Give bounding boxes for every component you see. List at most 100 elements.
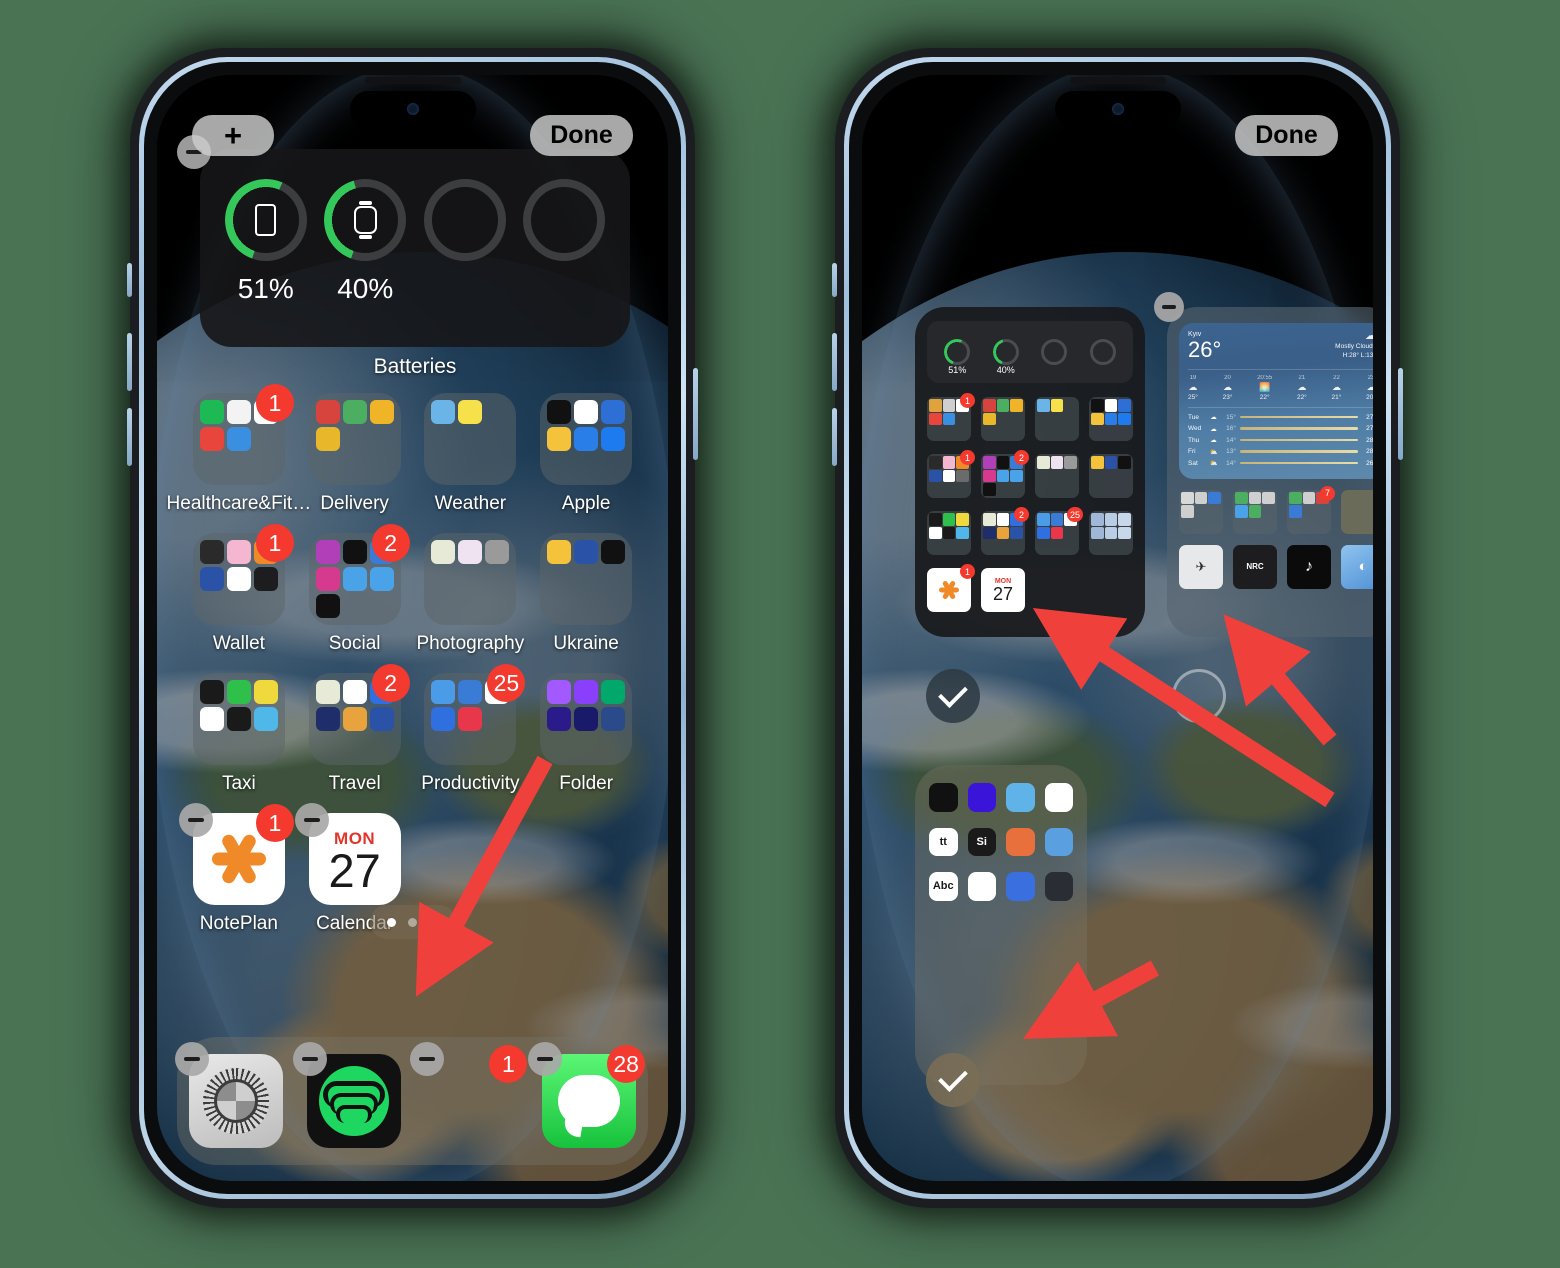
volume-down-button[interactable] (832, 408, 837, 466)
remove-app-minus-icon[interactable] (292, 1042, 327, 1076)
day-name: Thu (1188, 436, 1200, 444)
mute-switch[interactable] (832, 263, 837, 297)
folder-icon[interactable] (424, 533, 517, 625)
temp-range-bar (1240, 461, 1358, 465)
page-indicator-dots[interactable] (369, 905, 456, 939)
weather-hour-4: 22 ☁ 21° (1332, 375, 1342, 401)
folder-mini-icon (343, 594, 367, 618)
temp-range-bar (1240, 438, 1358, 442)
folder-icon[interactable] (192, 673, 285, 765)
folder-mini-icon (574, 454, 598, 478)
folder-cell[interactable]: Folder (528, 673, 644, 795)
remove-app-minus-icon[interactable] (178, 803, 213, 837)
page-2-preview[interactable]: Kyiv 26° ☁ Mostly Cloudy H:28° L:13° 19 ☁… (1167, 307, 1373, 637)
folder-icon[interactable] (540, 393, 633, 485)
folder-mini-icon (315, 567, 340, 591)
mini-folder-tile (1104, 412, 1118, 426)
folder-mini-icon (574, 540, 599, 564)
calendar-day: 27 (992, 583, 1014, 604)
folder-icon[interactable] (308, 393, 401, 485)
mini-folder-tile (997, 540, 1010, 553)
folder-cell[interactable]: Taxi (181, 673, 297, 795)
notification-badge: 1 (255, 384, 294, 422)
icon-wrapper (424, 393, 517, 485)
volume-up-button[interactable] (127, 333, 132, 391)
mini-folder-tile (1208, 505, 1221, 518)
drawer-app-3[interactable] (1044, 783, 1073, 812)
mini-folder-tile (1195, 519, 1208, 532)
folder-cell[interactable]: Photography (413, 533, 529, 655)
dock-item-spotify[interactable] (292, 1042, 401, 1148)
mute-switch[interactable] (127, 263, 132, 297)
drawer-app-6[interactable] (1006, 827, 1035, 856)
drawer-app-0[interactable] (929, 783, 958, 812)
mini-folder-tile (956, 426, 969, 439)
add-widget-button[interactable]: + (192, 115, 274, 156)
drawer-app-11[interactable] (1044, 872, 1073, 901)
icon-wrapper: 1 (192, 524, 294, 625)
mini-folder-tile (1249, 519, 1262, 532)
drawer-app-7[interactable] (1044, 827, 1073, 856)
remove-app-minus-icon[interactable] (174, 1042, 209, 1076)
dock-item-slack[interactable]: 1 (410, 1042, 528, 1148)
volume-down-button[interactable] (127, 408, 132, 466)
folder-cell[interactable]: Weather (413, 393, 529, 515)
device-frame-inner: + Done 51% 40% Batteries 1 Healthcare&Fit… (144, 62, 681, 1194)
folder-cell[interactable]: Delivery (297, 393, 413, 515)
drawer-app-9[interactable] (967, 872, 996, 901)
batteries-widget[interactable]: 51% 40% (200, 149, 630, 347)
mini-folder-tile (1037, 526, 1050, 540)
iphone-icon (255, 204, 277, 236)
power-button[interactable] (1398, 368, 1403, 460)
page-1-selected-check[interactable] (926, 669, 980, 723)
drawer-app-2[interactable] (1006, 783, 1035, 812)
app-drawer-selected-check[interactable] (926, 1053, 980, 1107)
dock-item-messages[interactable]: 28 (528, 1042, 646, 1148)
drawer-app-10[interactable] (1006, 872, 1035, 901)
folder-mini-icon (199, 707, 224, 731)
folder-icon[interactable] (540, 673, 633, 765)
app-library-drawer-preview[interactable]: tt Si Abc (915, 765, 1087, 1085)
folder-cell[interactable]: 1 Healthcare&Fit… (167, 384, 311, 515)
folder-cell[interactable]: Apple (528, 393, 644, 515)
folder-cell[interactable]: 2 Social (297, 524, 413, 655)
drawer-app-1[interactable] (967, 783, 996, 812)
remove-app-minus-icon[interactable] (294, 803, 329, 837)
icon-wrapper: MON 27 (294, 803, 401, 905)
folder-icon[interactable] (424, 393, 517, 485)
folder-cell[interactable]: Ukraine (528, 533, 644, 655)
remove-app-minus-icon[interactable] (528, 1042, 563, 1076)
mini-folder-tile (1050, 399, 1064, 412)
mini-folder-tile (1037, 426, 1050, 439)
icon-wrapper (540, 533, 633, 625)
folder-cell[interactable]: 2 Travel (297, 664, 413, 795)
app-cell[interactable]: 1 NotePlan (178, 803, 297, 935)
page-1-preview[interactable]: 51% 40% 1 1 2 2 25 1 MON 27 (915, 307, 1145, 637)
mini-folder-tile (1064, 399, 1077, 412)
page-2-unselected-check[interactable] (1172, 669, 1226, 723)
folder-cell[interactable]: 1 Wallet (181, 524, 297, 655)
dock-item-settings[interactable] (174, 1042, 283, 1148)
folder-cell[interactable]: 25 Productivity (413, 664, 529, 795)
mini-folder-tile (983, 526, 996, 540)
mini-folder-tile (1105, 540, 1118, 553)
power-button[interactable] (693, 368, 698, 460)
mini-folder-tile (1091, 513, 1104, 526)
day-low: 15° (1226, 413, 1236, 421)
mini-folder-tile (1051, 426, 1064, 439)
folder-mini-icon (431, 567, 455, 591)
folder-mini-icon (342, 400, 367, 424)
drawer-app-4[interactable]: tt (929, 827, 958, 856)
mini-folder-tile (1316, 519, 1329, 532)
mini-folder-tile (942, 412, 956, 426)
done-button[interactable]: Done (1235, 115, 1338, 156)
done-button[interactable]: Done (530, 115, 633, 156)
folder-mini-icon (369, 400, 394, 424)
drawer-app-8[interactable]: Abc (929, 872, 958, 901)
drawer-app-5[interactable]: Si (967, 827, 996, 856)
weather-widget[interactable]: Kyiv 26° ☁ Mostly Cloudy H:28° L:13° 19 ☁… (1179, 323, 1373, 479)
remove-app-minus-icon[interactable] (410, 1042, 445, 1076)
folder-icon[interactable] (540, 533, 633, 625)
volume-up-button[interactable] (832, 333, 837, 391)
remove-page-minus-icon[interactable] (1154, 292, 1184, 322)
